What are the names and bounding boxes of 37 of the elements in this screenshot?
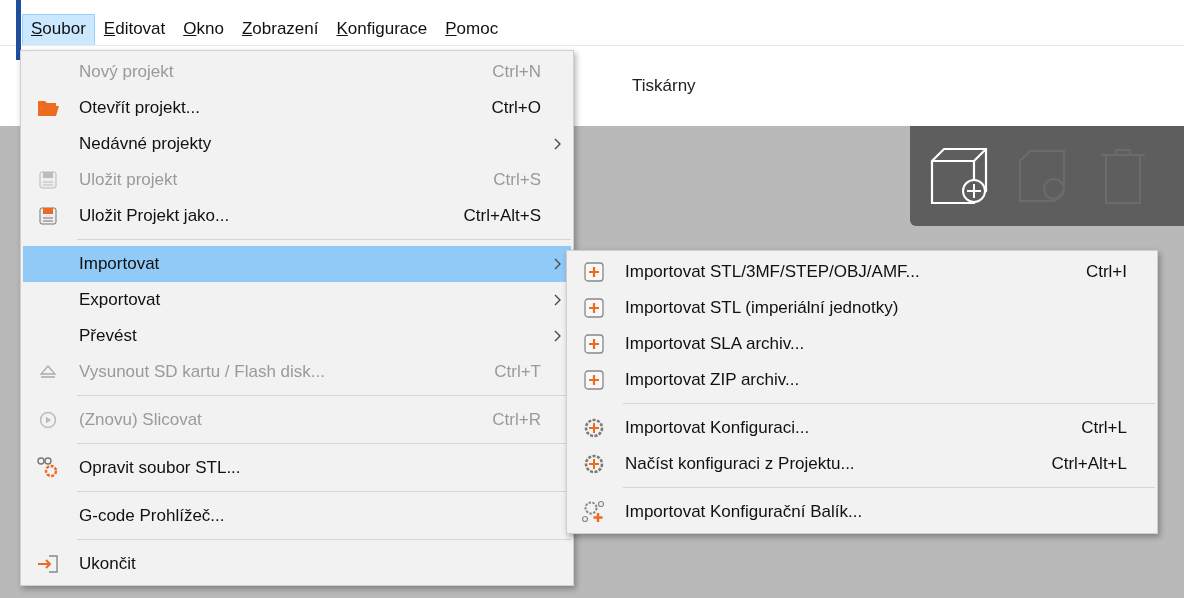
chevron-right-icon: [554, 330, 562, 342]
menu-item[interactable]: Nedávné projekty: [23, 126, 571, 162]
menu-item[interactable]: Otevřít projekt... Ctrl+O: [23, 90, 571, 126]
menu-item[interactable]: Importovat STL/3MF/STEP/OBJ/AMF... Ctrl+I: [569, 254, 1155, 290]
menu-item[interactable]: Načíst konfiguraci z Projektu... Ctrl+Alt+L: [569, 446, 1155, 482]
chevron-right-icon: [554, 138, 562, 150]
menu-bar-item[interactable]: Zobrazení: [232, 14, 328, 45]
menu-bar-item[interactable]: Soubor: [22, 14, 95, 45]
chevron-right-icon: [554, 294, 562, 306]
plus-box-icon: [584, 262, 604, 282]
add-cube-icon[interactable]: [930, 147, 990, 205]
menu-bar-item[interactable]: Okno: [174, 14, 233, 45]
exit-arrow-icon: [37, 554, 59, 574]
menu-item[interactable]: Importovat ZIP archiv...: [569, 362, 1155, 398]
gear-plus-icon: [583, 453, 605, 475]
menu-bar-item[interactable]: Editovat: [94, 14, 175, 45]
menu-item[interactable]: Ukončit: [23, 546, 571, 582]
gear-plus-icon: [583, 417, 605, 439]
eject-icon: [40, 365, 56, 379]
plus-box-icon: [584, 298, 604, 318]
play-circle-icon: [39, 411, 57, 429]
menu-item[interactable]: Uložit Projekt jako... Ctrl+Alt+S: [23, 198, 571, 234]
folder-icon: [37, 99, 59, 117]
window-edge: [16, 0, 21, 60]
plus-box-icon: [584, 370, 604, 390]
chevron-right-icon: [554, 258, 562, 270]
menu-item[interactable]: Importovat Konfiguraci... Ctrl+L: [569, 410, 1155, 446]
menu-item[interactable]: Importovat Konfigurační Balík...: [569, 494, 1155, 530]
plus-box-icon: [584, 334, 604, 354]
menu-item[interactable]: Importovat SLA archiv...: [569, 326, 1155, 362]
gears-plus-icon: [582, 500, 606, 524]
menu-bar-item[interactable]: Pomoc: [436, 14, 508, 45]
menu-item[interactable]: Importovat STL (imperiální jednotky): [569, 290, 1155, 326]
tab[interactable]: Tiskárny: [632, 76, 696, 96]
menu-item[interactable]: Importovat: [23, 246, 571, 282]
gears-icon: [37, 457, 59, 479]
menu-bar-item[interactable]: Konfigurace: [327, 14, 437, 45]
